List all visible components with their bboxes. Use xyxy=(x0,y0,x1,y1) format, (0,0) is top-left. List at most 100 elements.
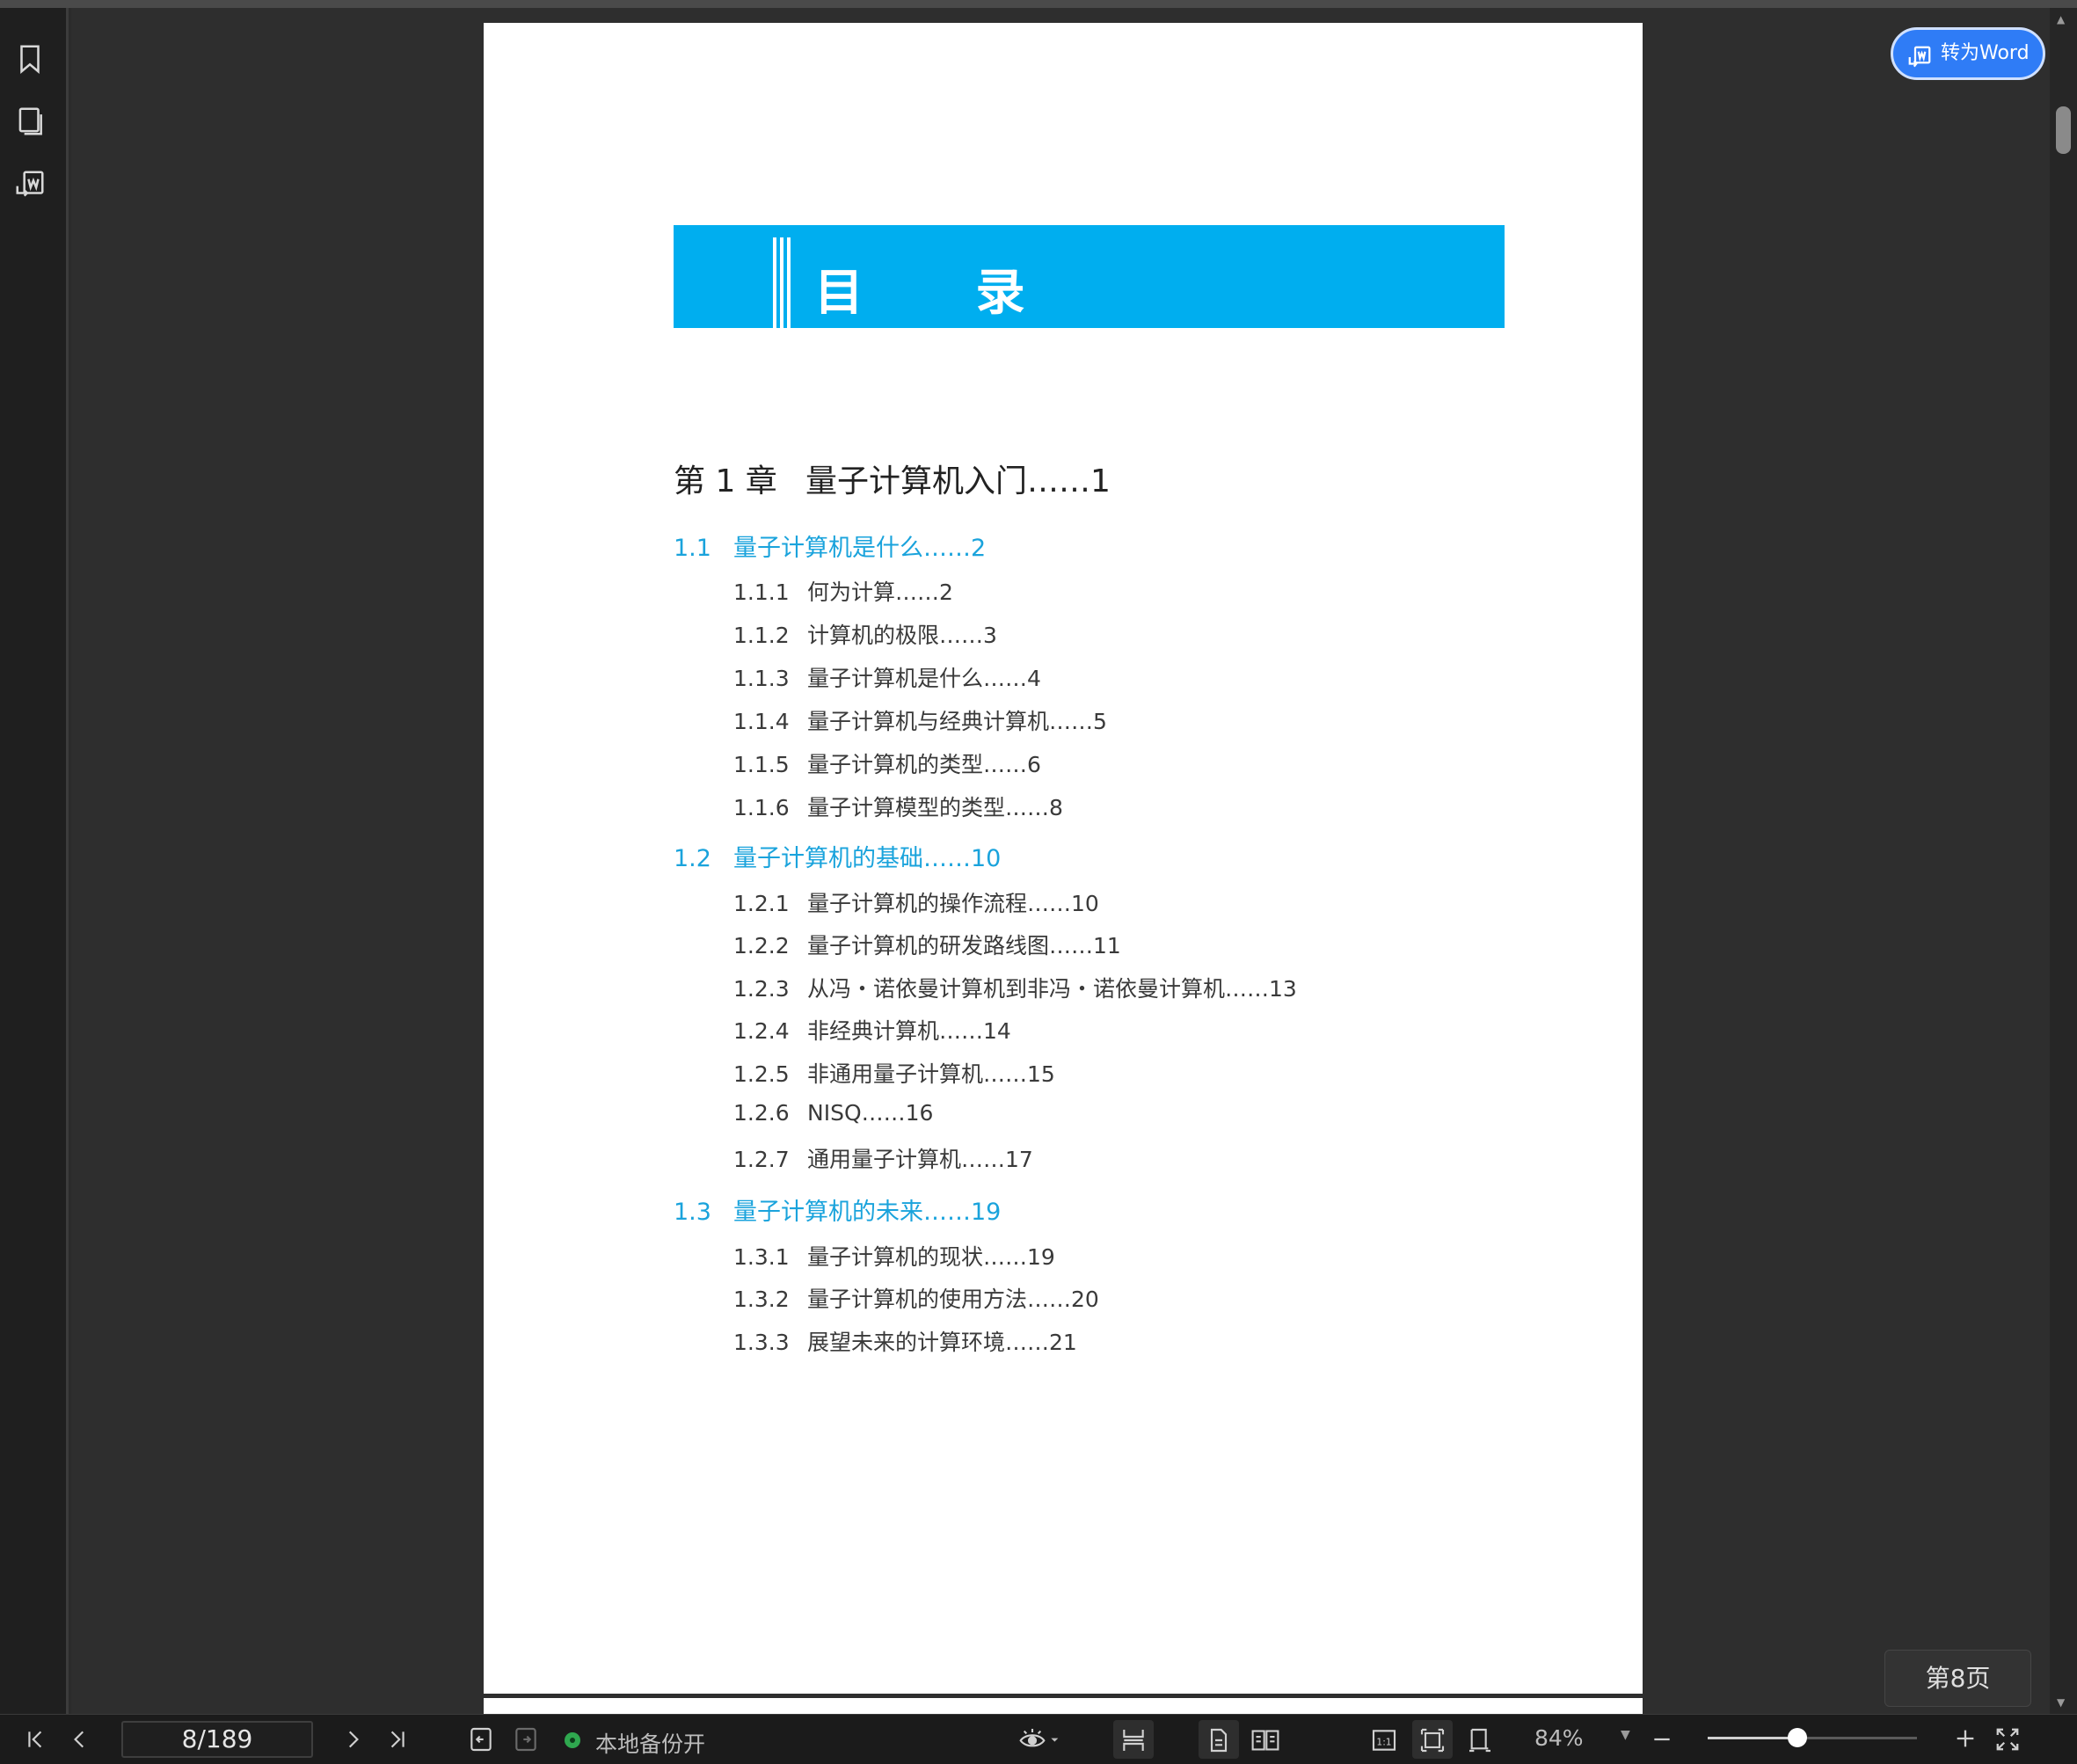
first-page-icon[interactable] xyxy=(25,1728,47,1751)
item-number: 1.3.2 xyxy=(733,1287,790,1312)
toc-item[interactable]: 1.2.5 非通用量子计算机……15 xyxy=(733,1057,1055,1089)
item-number: 1.2.4 xyxy=(733,1018,790,1044)
item-title: 量子计算机的使用方法……20 xyxy=(807,1287,1099,1312)
convert-icon[interactable] xyxy=(13,168,47,201)
item-title: 量子计算机的操作流程……10 xyxy=(807,891,1099,916)
zoom-slider[interactable] xyxy=(1708,1728,1917,1747)
convert-to-word-button[interactable]: 转为Word xyxy=(1891,27,2045,80)
left-sidebar xyxy=(0,8,69,1714)
fit-page-icon[interactable] xyxy=(1418,1726,1447,1754)
previous-page-icon[interactable] xyxy=(69,1728,91,1751)
item-title: 量子计算机的类型……6 xyxy=(807,752,1041,777)
item-number: 1.2.7 xyxy=(733,1147,790,1172)
scroll-down-arrow-icon[interactable]: ▼ xyxy=(2057,1696,2065,1709)
section-number: 1.2 xyxy=(674,845,711,872)
toc-title: 目 录 xyxy=(814,265,1073,322)
forward-navigation-icon[interactable] xyxy=(512,1725,540,1753)
page-number-input[interactable]: 8/189 xyxy=(121,1721,313,1758)
scroll-up-arrow-icon[interactable]: ▲ xyxy=(2057,13,2065,26)
word-convert-icon xyxy=(1906,41,1933,68)
single-page-icon[interactable] xyxy=(1205,1726,1233,1754)
item-title: 量子计算机的现状……19 xyxy=(807,1244,1055,1270)
toc-item[interactable]: 1.1.6 量子计算模型的类型……8 xyxy=(733,791,1063,822)
toc-item[interactable]: 1.2.7 通用量子计算机……17 xyxy=(733,1142,1033,1174)
back-navigation-icon[interactable] xyxy=(467,1725,495,1753)
toc-item[interactable]: 1.1.4 量子计算机与经典计算机……5 xyxy=(733,704,1107,736)
item-title: 通用量子计算机……17 xyxy=(807,1147,1033,1172)
section-number: 1.3 xyxy=(674,1199,711,1226)
item-number: 1.1.2 xyxy=(733,623,790,648)
eye-protection-icon[interactable] xyxy=(1018,1725,1060,1753)
banner-stripe xyxy=(780,237,783,328)
fullscreen-icon[interactable] xyxy=(1994,1726,2021,1753)
last-page-icon[interactable] xyxy=(385,1728,408,1751)
section-title: 量子计算机的基础……10 xyxy=(733,845,1002,872)
zoom-in-icon[interactable] xyxy=(1953,1726,1978,1751)
item-title: 计算机的极限……3 xyxy=(807,623,997,648)
section-number: 1.1 xyxy=(674,535,711,562)
item-title: 何为计算……2 xyxy=(807,579,953,605)
banner-stripe xyxy=(787,237,791,328)
toc-item[interactable]: 1.2.3 从冯・诺依曼计算机到非冯・诺依曼计算机……13 xyxy=(733,972,1297,1003)
zoom-level[interactable]: 84% xyxy=(1534,1725,1584,1751)
item-title: 量子计算机与经典计算机……5 xyxy=(807,709,1107,734)
item-title: 非通用量子计算机……15 xyxy=(807,1061,1055,1087)
toc-item[interactable]: 1.2.4 非经典计算机……14 xyxy=(733,1014,1011,1046)
toc-section[interactable]: 1.3 量子计算机的未来……19 xyxy=(674,1192,1001,1227)
toc-item[interactable]: 1.3.3 展望未来的计算环境……21 xyxy=(733,1325,1077,1357)
toc-item[interactable]: 1.1.5 量子计算机的类型……6 xyxy=(733,747,1041,779)
toc-item[interactable]: 1.1.1 何为计算……2 xyxy=(733,575,953,607)
thumbnail-icon[interactable] xyxy=(13,105,47,138)
bottom-toolbar: 8/189 本地备份开 1:1 84% ▼ xyxy=(0,1714,2077,1764)
scrollbar-thumb[interactable] xyxy=(2056,106,2071,154)
toc-item[interactable]: 1.2.6 NISQ……16 xyxy=(733,1100,933,1126)
next-page-icon[interactable] xyxy=(341,1728,364,1751)
toc-item[interactable]: 1.1.3 量子计算机是什么……4 xyxy=(733,661,1041,693)
section-title: 量子计算机的未来……19 xyxy=(733,1199,1002,1226)
item-number: 1.2.5 xyxy=(733,1061,790,1087)
toc-item[interactable]: 1.3.1 量子计算机的现状……19 xyxy=(733,1240,1055,1272)
chapter-number: 第 1 章 xyxy=(674,463,777,499)
item-title: 展望未来的计算环境……21 xyxy=(807,1330,1077,1355)
double-page-icon[interactable] xyxy=(1250,1726,1280,1754)
next-page-preview xyxy=(484,1698,1643,1714)
document-page: 目 录 第 1 章量子计算机入门……1 1.1 量子计算机是什么……2 1.1.1… xyxy=(484,23,1643,1694)
chapter-title: 量子计算机入门……1 xyxy=(805,463,1111,499)
toc-item[interactable]: 1.2.1 量子计算机的操作流程……10 xyxy=(733,886,1099,918)
toc-item[interactable]: 1.2.2 量子计算机的研发路线图……11 xyxy=(733,929,1121,960)
toc-item[interactable]: 1.3.2 量子计算机的使用方法……20 xyxy=(733,1282,1099,1314)
toc-chapter[interactable]: 第 1 章量子计算机入门……1 xyxy=(674,456,1111,501)
item-title: 量子计算机是什么……4 xyxy=(807,666,1041,691)
bookmark-icon[interactable] xyxy=(13,42,47,76)
item-number: 1.3.3 xyxy=(733,1330,790,1355)
item-title: 从冯・诺依曼计算机到非冯・诺依曼计算机……13 xyxy=(807,976,1297,1002)
section-title: 量子计算机是什么……2 xyxy=(733,535,987,562)
backup-status-label[interactable]: 本地备份开 xyxy=(595,1727,705,1759)
zoom-out-icon[interactable] xyxy=(1651,1728,1673,1751)
item-title: 量子计算机的研发路线图……11 xyxy=(807,933,1121,959)
toc-section[interactable]: 1.2 量子计算机的基础……10 xyxy=(674,839,1001,873)
convert-to-word-label: 转为Word xyxy=(1941,42,2030,64)
window-top-border xyxy=(0,0,2077,8)
item-number: 1.1.4 xyxy=(733,709,790,734)
toc-banner: 目 录 xyxy=(674,225,1505,328)
zoom-slider-thumb[interactable] xyxy=(1788,1728,1808,1747)
item-number: 1.1.6 xyxy=(733,795,790,820)
toc-item[interactable]: 1.1.2 计算机的极限……3 xyxy=(733,618,997,650)
item-number: 1.2.2 xyxy=(733,933,790,959)
document-viewport[interactable]: 目 录 第 1 章量子计算机入门……1 1.1 量子计算机是什么……2 1.1.1… xyxy=(71,8,2050,1714)
item-title: 量子计算模型的类型……8 xyxy=(807,795,1063,820)
zoom-dropdown-icon[interactable]: ▼ xyxy=(1621,1728,1630,1742)
item-title: NISQ……16 xyxy=(807,1100,934,1126)
item-number: 1.1.5 xyxy=(733,752,790,777)
toc-section[interactable]: 1.1 量子计算机是什么……2 xyxy=(674,528,986,563)
svg-text:1:1: 1:1 xyxy=(1376,1736,1391,1747)
item-title: 非经典计算机……14 xyxy=(807,1018,1011,1044)
item-number: 1.1.3 xyxy=(733,666,790,691)
continuous-scroll-icon[interactable] xyxy=(1119,1726,1148,1754)
actual-size-icon[interactable]: 1:1 xyxy=(1370,1726,1398,1754)
item-number: 1.1.1 xyxy=(733,579,790,605)
fit-width-icon[interactable] xyxy=(1466,1726,1494,1754)
current-page-indicator: 第8页 xyxy=(1884,1650,2031,1707)
vertical-scrollbar[interactable]: ▲ ▼ xyxy=(2050,8,2077,1714)
